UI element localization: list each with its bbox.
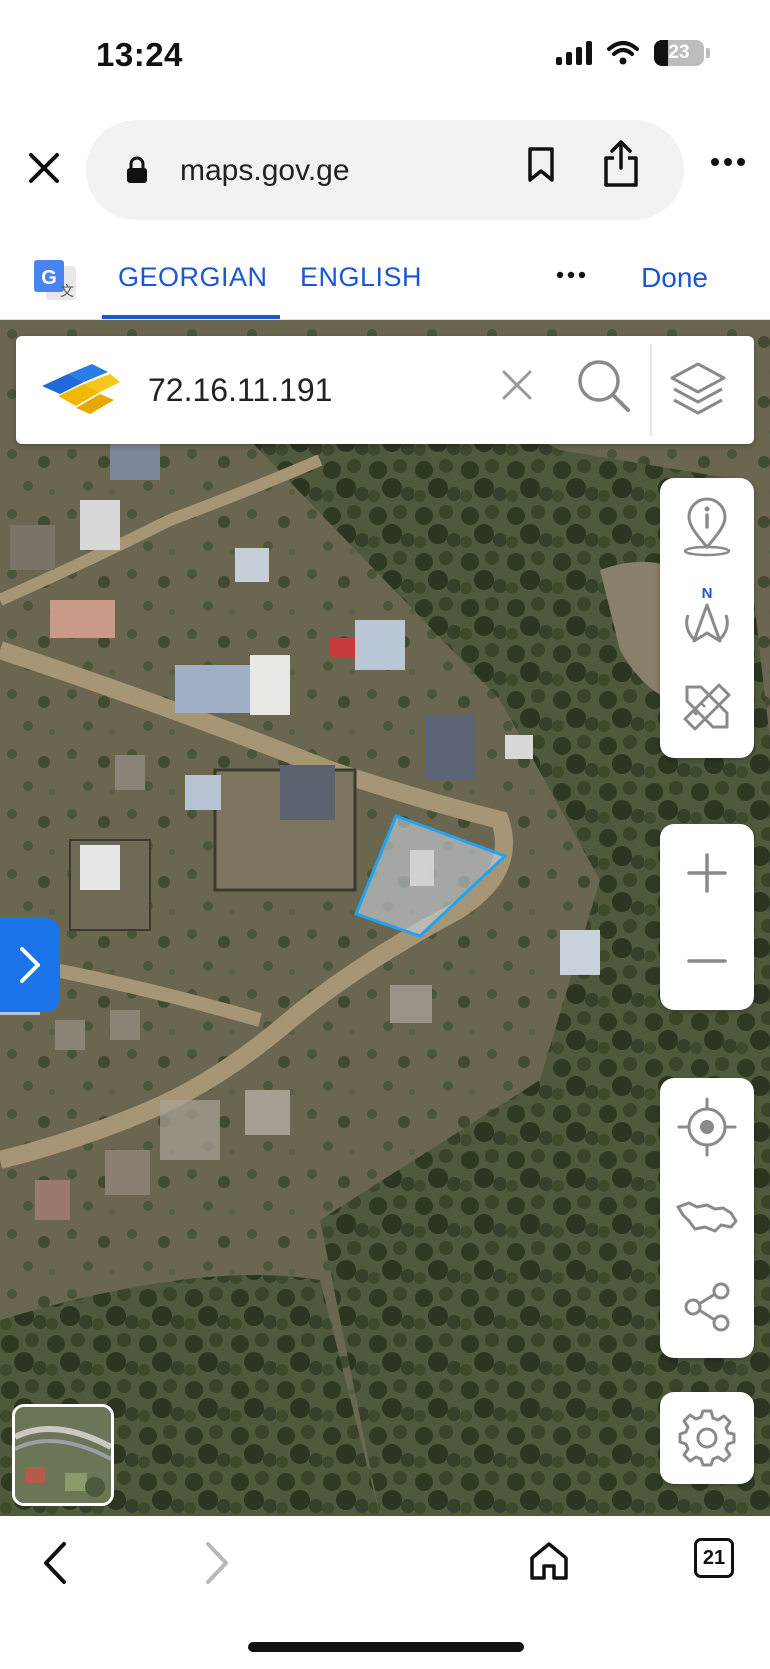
status-bar: 13:24 23 (0, 0, 770, 110)
bookmark-button[interactable] (526, 146, 556, 189)
chevron-left-icon (44, 1542, 66, 1584)
share-icon (684, 1282, 730, 1332)
tab-georgian[interactable]: GEORGIAN (118, 262, 268, 293)
lock-icon (127, 156, 147, 183)
back-button[interactable] (38, 1540, 72, 1591)
layers-icon (670, 362, 726, 415)
status-time: 13:24 (96, 36, 183, 73)
battery-level: 23 (668, 42, 690, 63)
map-search-card (16, 336, 754, 444)
chevron-right-icon (20, 947, 40, 983)
url-text: maps.gov.ge (180, 154, 350, 187)
battery-icon: 23 (654, 40, 704, 66)
basemap-switcher-thumbnail[interactable] (12, 1404, 114, 1506)
settings-button[interactable] (660, 1393, 754, 1483)
georgia-map-icon (676, 1201, 738, 1233)
google-translate-icon: G 文 (34, 260, 76, 300)
active-tab-indicator (102, 315, 280, 319)
zoom-out-icon (687, 959, 727, 963)
settings-panel (660, 1392, 754, 1484)
satellite-imagery (0, 320, 770, 1516)
translate-bar: G 文 GEORGIAN ENGLISH Done (0, 232, 770, 320)
cellular-signal-icon (556, 41, 592, 65)
tab-english[interactable]: ENGLISH (300, 262, 422, 293)
identify-button[interactable] (660, 482, 754, 572)
measure-button[interactable] (660, 662, 754, 752)
map-tools-panel: N (660, 478, 754, 758)
home-icon (530, 1542, 568, 1580)
clear-search-button[interactable] (500, 368, 534, 407)
info-location-icon (683, 497, 731, 557)
wifi-icon (607, 41, 639, 65)
ellipsis-icon (711, 158, 745, 166)
more-menu-button[interactable] (710, 154, 746, 172)
zoom-in-icon (687, 853, 727, 893)
close-icon (502, 370, 532, 400)
chevron-right-icon (206, 1542, 228, 1584)
translate-more-button[interactable] (556, 266, 586, 284)
open-side-panel-button[interactable] (0, 918, 60, 1012)
satellite-map[interactable] (0, 320, 770, 1516)
tabs-button[interactable]: 21 (694, 1538, 734, 1578)
status-icons: 23 (556, 40, 710, 66)
card-divider (650, 344, 652, 436)
ruler-pencil-icon (683, 683, 731, 731)
forward-button[interactable] (200, 1540, 234, 1591)
done-button[interactable]: Done (641, 262, 708, 294)
layers-button[interactable] (668, 360, 728, 425)
compass-north-icon: N (685, 585, 729, 643)
compass-button[interactable]: N (660, 572, 754, 662)
zoom-in-button[interactable] (660, 828, 754, 918)
share-upload-icon (604, 140, 638, 187)
full-extent-button[interactable] (660, 1172, 754, 1262)
home-button[interactable] (528, 1540, 570, 1587)
browser-bottom-toolbar: 21 (0, 1516, 770, 1669)
bookmark-icon (528, 147, 554, 182)
home-indicator (248, 1642, 524, 1652)
share-map-button[interactable] (660, 1262, 754, 1352)
close-icon (29, 153, 59, 183)
browser-toolbar: maps.gov.ge (0, 110, 770, 232)
ellipsis-icon (556, 271, 586, 279)
gear-icon (678, 1409, 736, 1467)
share-button[interactable] (602, 140, 640, 193)
search-icon (578, 360, 630, 412)
close-button[interactable] (22, 146, 66, 190)
locate-me-icon (677, 1097, 737, 1157)
svg-text:G: G (41, 267, 57, 289)
map-actions-panel (660, 1078, 754, 1358)
search-button[interactable] (576, 358, 632, 419)
zoom-panel (660, 824, 754, 1010)
zoom-out-button[interactable] (660, 916, 754, 1006)
basemap-preview (15, 1407, 111, 1503)
address-bar[interactable]: maps.gov.ge (86, 120, 684, 220)
svg-text:文: 文 (60, 284, 74, 300)
search-input[interactable] (148, 366, 478, 414)
locate-me-button[interactable] (660, 1082, 754, 1172)
napr-logo-icon (42, 364, 120, 414)
compass-label: N (702, 585, 713, 602)
